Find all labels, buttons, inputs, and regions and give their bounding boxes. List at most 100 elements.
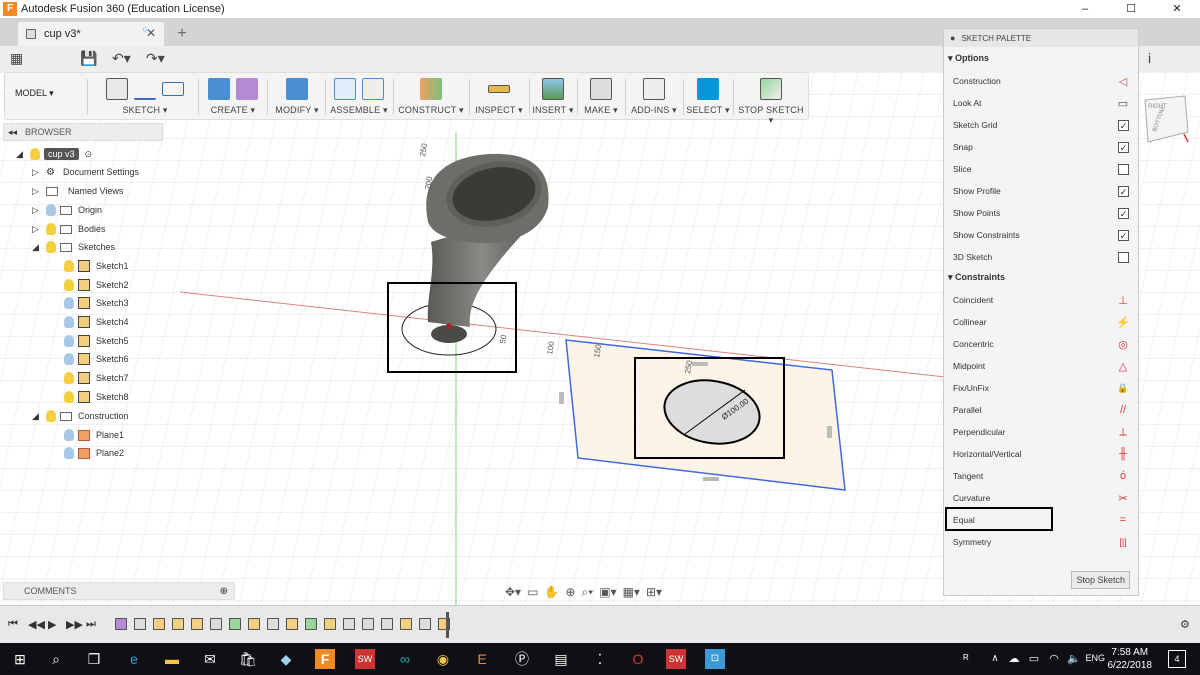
collapse-icon[interactable]: ◢: [32, 242, 42, 253]
timeline-feature[interactable]: [381, 618, 393, 630]
timeline-feature[interactable]: [343, 618, 355, 630]
rectangle-tool-icon[interactable]: [162, 82, 184, 96]
visibility-bulb-icon[interactable]: [64, 391, 74, 403]
tree-item-named-views[interactable]: ▷ Named Views: [32, 182, 123, 200]
plane-handle-bottom[interactable]: [703, 477, 719, 481]
tree-item-plane2[interactable]: Plane2: [60, 444, 124, 462]
tree-item-sketch1[interactable]: Sketch1: [60, 257, 129, 275]
option-show-profile[interactable]: Show Profile ✓: [953, 182, 1133, 200]
show-constraints-checkbox[interactable]: ✓: [1118, 229, 1129, 241]
tree-item-document-settings[interactable]: ▷ ⚙ Document Settings: [32, 163, 139, 181]
arduino-icon[interactable]: ∞: [395, 649, 415, 669]
sketch-menu[interactable]: SKETCH ▾: [93, 105, 197, 116]
option-slice[interactable]: Slice: [953, 160, 1133, 178]
collapse-icon[interactable]: ◢: [32, 411, 42, 422]
edge-browser-icon[interactable]: e: [124, 649, 144, 669]
timeline-feature[interactable]: [419, 618, 431, 630]
clock[interactable]: 7:58 AM 6/22/2018: [1108, 646, 1153, 672]
scripts-icon[interactable]: [643, 78, 665, 100]
palette-pin-icon[interactable]: ●: [950, 33, 955, 43]
redo-icon[interactable]: ↷▾: [146, 50, 165, 68]
tray-expand-icon[interactable]: ∧: [985, 649, 1005, 669]
timeline-feature-sketch[interactable]: [324, 618, 336, 630]
app-grid-icon[interactable]: ▦: [10, 50, 23, 68]
constraint-fix-unfix[interactable]: Fix/UnFix 🔒: [953, 379, 1133, 397]
timeline-start-icon[interactable]: ⏮: [8, 618, 18, 631]
timeline-feature-sketch[interactable]: [400, 618, 412, 630]
sketch-origin-point[interactable]: [446, 323, 452, 329]
expand-collapse-icon[interactable]: ◢: [16, 149, 26, 160]
constraint-coincident[interactable]: Coincident ⊥: [953, 291, 1133, 309]
activate-radio-icon[interactable]: ⊙: [85, 149, 93, 160]
new-tab-button[interactable]: +: [172, 24, 192, 44]
expand-icon[interactable]: ▷: [32, 186, 42, 197]
timeline-feature-plane[interactable]: [229, 618, 241, 630]
tree-root[interactable]: ◢ cup v3 ⊙: [16, 145, 92, 163]
mail-icon[interactable]: ✉: [200, 649, 220, 669]
3d-print-icon[interactable]: [590, 78, 612, 100]
document-tab[interactable]: cup v3* ○ ✕: [18, 22, 164, 46]
timeline-feature-sketch[interactable]: [286, 618, 298, 630]
tangent-icon[interactable]: ό: [1115, 470, 1131, 482]
constraint-tangent[interactable]: Tangent ό: [953, 467, 1133, 485]
viewports-icon[interactable]: ⊞▾: [646, 585, 662, 599]
option-look-at[interactable]: Look At ▭: [953, 94, 1133, 112]
plane-handle-top[interactable]: [692, 362, 708, 366]
option-snap[interactable]: Snap ✓: [953, 138, 1133, 156]
stop-sketch-group[interactable]: STOP SKETCH ▾: [735, 73, 807, 125]
slice-checkbox[interactable]: [1118, 163, 1129, 175]
option-sketch-grid[interactable]: Sketch Grid ✓: [953, 116, 1133, 134]
expand-icon[interactable]: ▷: [32, 167, 42, 178]
constraint-horizontal-vertical[interactable]: Horizontal/Vertical ╫: [953, 445, 1133, 463]
timeline-feature-form[interactable]: [115, 618, 127, 630]
timeline-feature[interactable]: [210, 618, 222, 630]
press-pull-icon[interactable]: [286, 78, 308, 100]
stop-sketch-icon[interactable]: [760, 78, 782, 100]
visibility-bulb-icon[interactable]: [64, 297, 74, 309]
symmetry-icon[interactable]: [|]: [1115, 537, 1131, 547]
timeline-feature-sketch[interactable]: [248, 618, 260, 630]
tree-item-sketch3[interactable]: Sketch3: [60, 294, 129, 312]
measure-icon[interactable]: [488, 85, 510, 93]
stop-sketch-menu[interactable]: STOP SKETCH ▾: [735, 105, 807, 126]
make-group[interactable]: MAKE ▾: [579, 73, 623, 121]
option-show-constraints[interactable]: Show Constraints ✓: [953, 226, 1133, 244]
option-show-points[interactable]: Show Points ✓: [953, 204, 1133, 222]
close-window-button[interactable]: ✕: [1154, 0, 1200, 18]
line-tool-icon[interactable]: [134, 78, 156, 100]
close-tab-button[interactable]: ✕: [146, 26, 156, 40]
timeline-feature-sketch[interactable]: [153, 618, 165, 630]
visibility-bulb-icon[interactable]: [64, 335, 74, 347]
midpoint-icon[interactable]: △: [1115, 360, 1131, 373]
zoom-icon[interactable]: ⊕: [565, 585, 575, 599]
modify-group[interactable]: MODIFY ▾: [269, 73, 325, 121]
tree-item-sketch5[interactable]: Sketch5: [60, 332, 129, 350]
timeline-back-icon[interactable]: ◀◀: [28, 618, 45, 631]
plane-handle-left[interactable]: [559, 392, 564, 404]
expand-icon[interactable]: ▷: [32, 224, 42, 235]
joint-icon[interactable]: [362, 78, 384, 100]
visibility-bulb-icon[interactable]: [64, 447, 74, 459]
tree-item-sketch8[interactable]: Sketch8: [60, 388, 129, 406]
solidworks-2016-icon[interactable]: SW: [666, 649, 686, 669]
visibility-bulb-icon[interactable]: [46, 410, 56, 422]
visibility-bulb-icon[interactable]: [64, 372, 74, 384]
tree-item-sketch4[interactable]: Sketch4: [60, 313, 129, 331]
task-view-icon[interactable]: ❐: [84, 649, 104, 669]
expand-icon[interactable]: ▷: [32, 205, 42, 216]
sketch-grid-checkbox[interactable]: ✓: [1118, 119, 1129, 131]
add-comment-icon[interactable]: ⊕: [220, 586, 228, 597]
opera-icon[interactable]: O: [628, 649, 648, 669]
constraint-collinear[interactable]: Collinear ⚡: [953, 313, 1133, 331]
offset-plane-icon[interactable]: [420, 78, 442, 100]
tree-item-bodies[interactable]: ▷ Bodies: [32, 220, 106, 238]
extrude-icon[interactable]: [208, 78, 230, 100]
coincident-icon[interactable]: ⊥: [1115, 294, 1131, 307]
user-menu-icon[interactable]: i: [1148, 50, 1151, 68]
palette-header[interactable]: ● SKETCH PALETTE: [944, 29, 1138, 47]
language-indicator[interactable]: ENG: [1085, 653, 1105, 663]
insert-group[interactable]: INSERT ▾: [531, 73, 575, 121]
insert-image-icon[interactable]: [542, 78, 564, 100]
constraints-section-header[interactable]: ▾ Constraints: [948, 272, 1005, 283]
constraint-concentric[interactable]: Concentric ◎: [953, 335, 1133, 353]
